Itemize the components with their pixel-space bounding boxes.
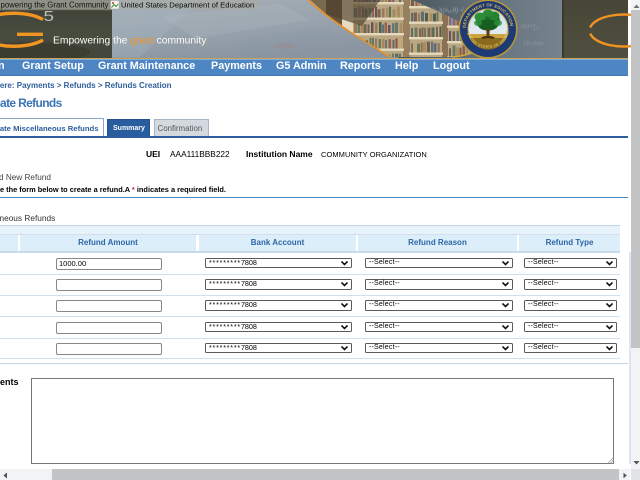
svg-text:ƒ(x)=∑₀: ƒ(x)=∑₀: [520, 24, 540, 30]
svg-text:United States Department of Ed: United States Department of Education: [121, 0, 254, 9]
svg-text:∫f(x,θ)dx: ∫f(x,θ)dx: [523, 41, 544, 47]
svg-text:Empowering the grant community: Empowering the grant community.: [53, 36, 209, 47]
svg-text:5: 5: [44, 9, 55, 25]
svg-text:powering the Grant Community: powering the Grant Community: [1, 0, 109, 9]
